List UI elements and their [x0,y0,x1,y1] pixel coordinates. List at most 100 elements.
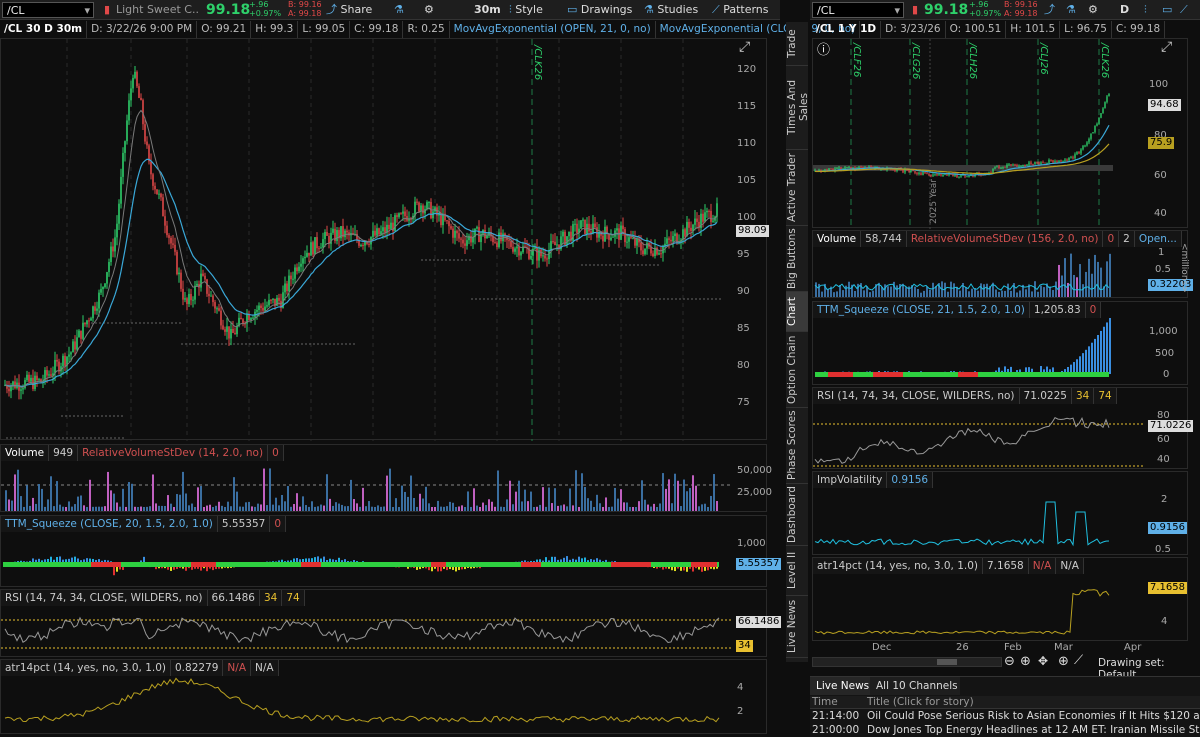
volume-bar [887,286,889,297]
pan-icon[interactable]: ✥ [1038,654,1048,668]
left-squeeze-panel[interactable]: TTM_Squeeze (CLOSE, 20, 1.5, 2.0, 1.0) 5.… [0,515,782,587]
right-timeframe-button[interactable]: D [1116,2,1133,18]
tab-times-and-sales[interactable]: Times And Sales [786,66,810,150]
volume-bar [107,471,109,511]
patterns-button[interactable]: ⟋ Patterns [708,2,773,18]
share-icon[interactable]: ⤴ [1040,2,1059,18]
news-row[interactable]: 21:00:00 Dow Jones Top Energy Headlines … [810,724,1200,737]
volume-bar [194,506,196,511]
right-ytick: 40 [1154,208,1167,219]
share-label: Share [340,3,373,16]
share-button[interactable]: ⤴ Share [322,2,376,18]
tab-big-buttons[interactable]: Big Buttons [786,226,808,292]
tab-live-news[interactable]: Live News [786,596,808,658]
right-atr-label: atr14pct (14, yes, no, 3.0, 1.0) [813,558,983,574]
candle-body [172,243,174,245]
studies-button[interactable]: ⚗ Studies [640,2,702,18]
left-symbol-input[interactable]: /CL ▾ [2,2,94,18]
crosshair-icon[interactable]: ⊕ [1058,654,1069,669]
tab-level-ii[interactable]: Level II [786,546,808,596]
candle-body [236,325,238,335]
candle-body [632,237,634,239]
candle-body [260,305,262,308]
volume-bar [836,291,838,297]
right-squeeze-panel[interactable]: TTM_Squeeze (CLOSE, 21, 1.5, 2.0, 1.0) 1,… [812,301,1188,385]
volume-bar [620,489,622,511]
flask-icon[interactable]: ⚗ [1062,2,1080,18]
zoom-in-icon[interactable]: ⊕ [1020,654,1031,669]
drawings-button[interactable]: ▭ Drawings [563,2,636,18]
tab-live-news-panel[interactable]: Live News [810,677,876,695]
line-tool-icon[interactable]: ⟋ [1074,653,1083,668]
left-price-chart[interactable]: /CLK26 ⤢ 120 115 110 105 100 95 90 85 80… [0,38,769,441]
volume-bar [461,505,463,511]
candle-body [640,242,642,251]
gear-icon[interactable]: ⚙ [1084,2,1102,18]
volume-bar [599,503,601,511]
tab-chart[interactable]: Chart [786,292,808,332]
right-rsi-panel[interactable]: RSI (14, 74, 34, CLOSE, WILDERS, no) 71.0… [812,387,1194,469]
tab-option-chain[interactable]: Option Chain [786,332,808,408]
candle-body [844,167,846,169]
candle-body [144,124,146,142]
news-col-title[interactable]: Title (Click for story) [867,696,974,708]
candle-body [94,306,96,311]
left-price-tag: 98.09 [736,225,769,237]
tab-trade[interactable]: Trade [786,22,808,66]
info-icon[interactable]: ⓘ [817,39,830,58]
volume-bar [920,292,922,297]
tab-all-channels[interactable]: All 10 Channels [870,677,960,695]
candle-body [292,278,294,280]
candle-body [486,235,488,239]
tab-active-trader[interactable]: Active Trader [786,150,808,226]
news-title[interactable]: Dow Jones Top Energy Headlines at 12 AM … [867,724,1200,736]
candle-body [390,222,392,230]
left-rsi-header: RSI (14, 74, 34, CLOSE, WILDERS, no) 66.1… [1,590,305,606]
volume-bar [104,506,106,511]
candle-body [312,242,314,255]
volume-bar [638,501,640,511]
right-price-chart[interactable]: ⓘ ⤢ /CLF26 /CLG26 /CLH26 /CLJ26 /CLK26 2… [812,38,1188,229]
right-atr-panel[interactable]: atr14pct (14, yes, no, 3.0, 1.0) 7.1658 N/… [812,557,1188,641]
left-atr-panel[interactable]: atr14pct (14, yes, no, 3.0, 1.0) 0.82279 N… [0,659,767,734]
right-scrollbar[interactable] [812,657,1002,667]
candle-body [432,211,434,219]
patterns-icon[interactable]: ⟋ [1176,2,1192,18]
news-title[interactable]: Oil Could Pose Serious Risk to Asian Eco… [867,710,1200,722]
right-expand-icon[interactable]: ⤢ [1161,39,1172,55]
scrollbar-thumb[interactable] [937,659,957,665]
candle-body [688,221,690,228]
volume-bar [116,502,118,511]
tab-phase-scores[interactable]: Phase Scores [786,408,808,484]
timeframe-button[interactable]: 30m [470,2,505,18]
candle-body [1018,166,1020,168]
left-expand-icon[interactable]: ⤢ [739,39,750,55]
squeeze-dots-red [91,562,121,567]
zoom-out-icon[interactable]: ⊖ [1004,654,1015,669]
news-col-time[interactable]: Time [812,696,838,708]
volume-bar [368,501,370,511]
left-volume-panel[interactable]: Volume 949 RelativeVolumeStDev (14, 2.0, n… [0,444,772,512]
right-iv-panel[interactable]: ImpVolatility0.9156 2 1 0.5 0.9156 [812,471,1188,555]
drawings-icon[interactable]: ▭ [1158,2,1176,18]
right-volume-open[interactable]: Open... [1135,231,1182,247]
right-volume-panel[interactable]: Volume 58,744 RelativeVolumeStDev (156, 2.… [812,230,1194,298]
candle-body [1056,161,1058,163]
volume-bar [179,494,181,511]
left-contract-label: /CLK26 [532,45,543,81]
right-symbol-input[interactable]: /CL ▾ [812,2,904,18]
volume-bar [593,506,595,511]
left-rsi-panel[interactable]: RSI (14, 74, 34, CLOSE, WILDERS, no) 66.1… [0,589,782,657]
style-button[interactable]: ⫶ Style [505,2,547,18]
candle-body [998,166,1000,169]
gear-icon[interactable]: ⚙ [420,2,438,18]
volume-bar [335,502,337,511]
flask-icon[interactable]: ⚗ [390,2,408,18]
candle-icon[interactable]: ⫶ [1140,2,1151,18]
candle-body [546,258,548,260]
news-row[interactable]: 21:14:00 Oil Could Pose Serious Risk to … [810,710,1200,723]
tab-dashboard[interactable]: Dashboard [786,484,808,546]
volume-bar [1034,281,1036,297]
volume-bar [323,505,325,511]
candle-body [1004,166,1006,168]
